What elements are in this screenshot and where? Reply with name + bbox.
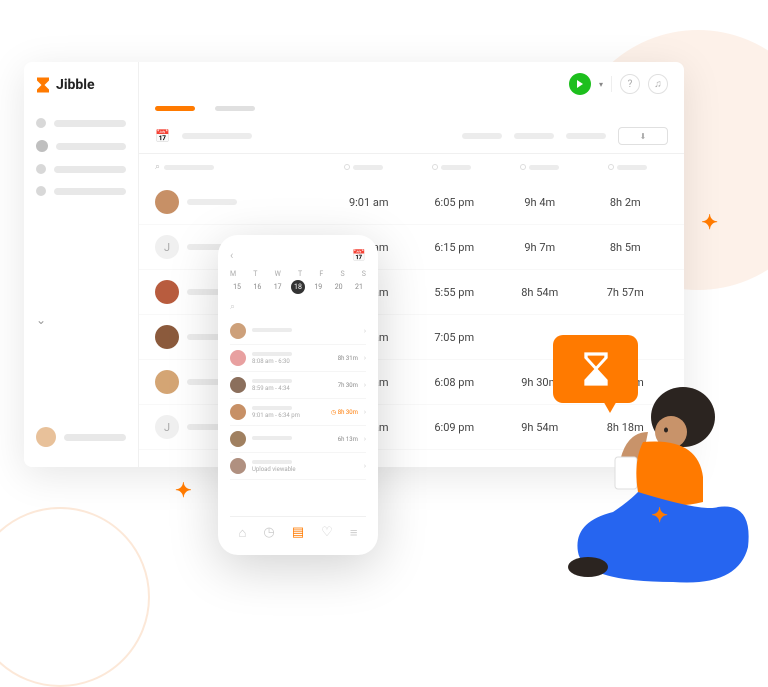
day-button[interactable]: 18 bbox=[291, 280, 305, 294]
weekday-header: MTWTFSS bbox=[230, 270, 366, 278]
day-button[interactable]: 20 bbox=[332, 280, 346, 294]
search-input[interactable]: ⌕ bbox=[155, 162, 315, 172]
clock-out-cell: 6:05 pm bbox=[412, 196, 498, 209]
mobile-entries: ›8:08 am - 6:308h 31m›8:59 am - 4:347h 3… bbox=[230, 318, 366, 516]
play-icon bbox=[577, 80, 583, 88]
home-icon[interactable]: ⌂ bbox=[239, 525, 247, 541]
paid-cell: 8h 2m bbox=[583, 196, 669, 209]
brand-name: Jibble bbox=[56, 77, 95, 93]
clock-out-cell: 7:05 pm bbox=[412, 331, 498, 344]
timer-icon[interactable]: ◷ bbox=[263, 525, 274, 541]
avatar bbox=[230, 323, 246, 339]
avatar bbox=[36, 427, 56, 447]
total-cell: 9h 4m bbox=[497, 196, 583, 209]
current-user[interactable] bbox=[34, 421, 128, 453]
avatar: J bbox=[155, 235, 179, 259]
sidebar-item[interactable] bbox=[34, 158, 128, 180]
paid-cell: 7h 57m bbox=[583, 286, 669, 299]
clock-out-cell: 6:15 pm bbox=[412, 241, 498, 254]
help-button[interactable]: ? bbox=[620, 74, 640, 94]
person-illustration bbox=[553, 372, 753, 592]
chevron-right-icon: › bbox=[364, 462, 366, 470]
chevron-right-icon: › bbox=[364, 435, 366, 443]
sidebar-item[interactable] bbox=[34, 134, 128, 158]
sidebar-collapse[interactable]: ⌄ bbox=[34, 305, 128, 335]
clock-out-cell: 6:09 pm bbox=[412, 421, 498, 434]
clock-out-cell: 5:55 pm bbox=[412, 286, 498, 299]
day-button[interactable]: 15 bbox=[230, 280, 244, 294]
chevron-right-icon: › bbox=[364, 381, 366, 389]
speech-bubble bbox=[553, 335, 638, 403]
total-cell: 9h 7m bbox=[497, 241, 583, 254]
avatar bbox=[155, 190, 179, 214]
sidebar-item[interactable] bbox=[34, 180, 128, 202]
day-button[interactable]: 17 bbox=[271, 280, 285, 294]
mobile-nav: ⌂ ◷ ▤ ♡ ≡ bbox=[230, 516, 366, 541]
toolbar: 📅 ⬇ bbox=[139, 119, 684, 154]
avatar bbox=[230, 377, 246, 393]
tab-bar bbox=[139, 106, 684, 119]
sidebar-item[interactable] bbox=[34, 112, 128, 134]
list-item[interactable]: 9:01 am - 6:34 pm◷ 8h 30m› bbox=[230, 399, 366, 426]
list-item[interactable]: 8:08 am - 6:308h 31m› bbox=[230, 345, 366, 372]
sidebar: Jibble ⌄ bbox=[24, 62, 139, 467]
jibble-hourglass-icon bbox=[34, 76, 52, 94]
avatar bbox=[155, 370, 179, 394]
table-row[interactable]: 9:01 am6:05 pm9h 4m8h 2m bbox=[139, 180, 684, 225]
day-button[interactable]: 16 bbox=[250, 280, 264, 294]
decorative-spark-icon: ✦ bbox=[701, 210, 718, 234]
avatar bbox=[230, 431, 246, 447]
total-cell: 8h 54m bbox=[497, 286, 583, 299]
clock-in-cell: 9:01 am bbox=[326, 196, 412, 209]
search-icon: ⌕ bbox=[230, 302, 235, 312]
list-item[interactable]: Upload viewable› bbox=[230, 453, 366, 480]
day-button[interactable]: 21 bbox=[352, 280, 366, 294]
avatar bbox=[230, 350, 246, 366]
paid-cell: 8h 5m bbox=[583, 241, 669, 254]
tab[interactable] bbox=[215, 106, 255, 111]
chevron-right-icon: › bbox=[364, 327, 366, 335]
chevron-right-icon: › bbox=[364, 354, 366, 362]
calendar-icon[interactable]: 📅 bbox=[352, 249, 366, 262]
chevron-down-icon: ⌄ bbox=[36, 313, 46, 327]
menu-icon[interactable]: ≡ bbox=[350, 525, 358, 541]
timesheet-icon[interactable]: ▤ bbox=[292, 525, 304, 541]
search-icon: ⌕ bbox=[155, 162, 160, 172]
clock-in-button[interactable] bbox=[569, 73, 591, 95]
mobile-search[interactable]: ⌕ bbox=[230, 302, 366, 312]
list-item[interactable]: 6h 13m› bbox=[230, 426, 366, 453]
notifications-button[interactable]: ♫ bbox=[648, 74, 668, 94]
day-button[interactable]: 19 bbox=[311, 280, 325, 294]
date-selector: 15 16 17 18 19 20 21 bbox=[230, 280, 366, 294]
avatar bbox=[230, 458, 246, 474]
dropdown-caret-icon[interactable]: ▾ bbox=[599, 80, 603, 89]
avatar bbox=[155, 325, 179, 349]
back-icon[interactable]: ‹ bbox=[230, 249, 233, 262]
export-button[interactable]: ⬇ bbox=[618, 127, 668, 145]
list-item[interactable]: 8:59 am - 4:347h 30m› bbox=[230, 372, 366, 399]
brand-logo[interactable]: Jibble bbox=[34, 76, 128, 94]
table-header: ⌕ bbox=[139, 154, 684, 180]
avatar bbox=[230, 404, 246, 420]
avatar bbox=[155, 280, 179, 304]
app-header: ▾ ? ♫ bbox=[139, 62, 684, 106]
chevron-right-icon: › bbox=[364, 408, 366, 416]
decorative-spark-icon: ✦ bbox=[175, 478, 192, 502]
mobile-app-window: ‹ 📅 MTWTFSS 15161718192021 ⌕ ›8:08 am - … bbox=[218, 235, 378, 555]
clock-out-cell: 6:08 pm bbox=[412, 376, 498, 389]
avatar: J bbox=[155, 415, 179, 439]
decorative-spark-icon: ✦ bbox=[651, 503, 668, 527]
jibble-hourglass-icon bbox=[576, 349, 616, 389]
calendar-icon[interactable]: 📅 bbox=[155, 129, 170, 143]
tab-active[interactable] bbox=[155, 106, 195, 111]
list-item[interactable]: › bbox=[230, 318, 366, 345]
shield-icon[interactable]: ♡ bbox=[321, 525, 333, 541]
